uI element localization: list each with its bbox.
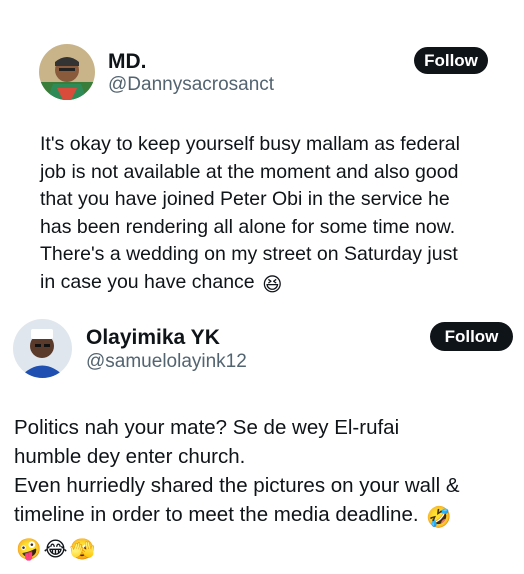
- avatar[interactable]: [13, 319, 72, 378]
- follow-button[interactable]: Follow: [414, 47, 488, 74]
- tears-of-joy-emoji-icon: 😂: [43, 538, 68, 561]
- tweet-body: Politics nah your mate? Se de wey El-ruf…: [14, 416, 460, 526]
- tweet-text: Politics nah your mate? Se de wey El-ruf…: [14, 413, 519, 564]
- zany-face-emoji-icon: 🤪: [16, 538, 42, 561]
- tweet-body: It's okay to keep yourself busy mallam a…: [40, 133, 460, 293]
- laughing-emoji-icon: 😆: [262, 273, 283, 296]
- username-handle[interactable]: @samuelolayink12: [86, 350, 247, 374]
- display-name[interactable]: Olayimika YK: [86, 326, 220, 350]
- username-handle[interactable]: @Dannysacrosanct: [108, 73, 274, 97]
- face-peeking-emoji-icon: 🫣: [69, 538, 96, 561]
- avatar[interactable]: [39, 44, 95, 100]
- user-avatar-image: [13, 319, 72, 378]
- tweet-text: It's okay to keep yourself busy mallam a…: [40, 131, 510, 299]
- follow-button[interactable]: Follow: [430, 322, 513, 351]
- display-name[interactable]: MD.: [108, 50, 147, 74]
- user-avatar-image: [39, 44, 95, 100]
- rolling-laughing-emoji-icon: 🤣: [426, 506, 452, 529]
